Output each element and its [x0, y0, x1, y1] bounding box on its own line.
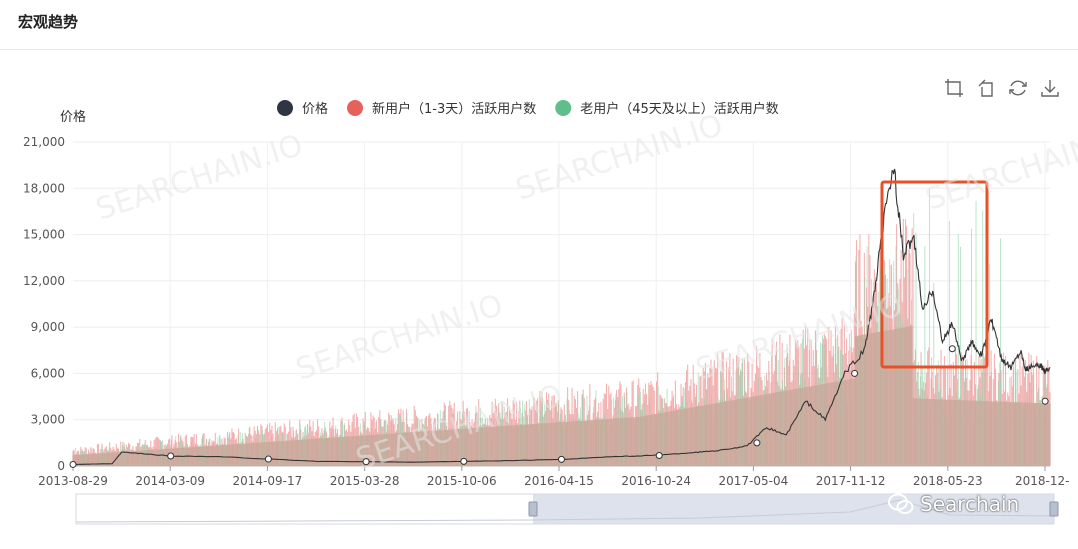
- brand-watermark-text: Searchain: [920, 492, 1020, 516]
- watermark-text: SEARCHAIN.IO: [292, 288, 507, 388]
- price-marker: [948, 345, 956, 353]
- legend-marker[interactable]: [277, 100, 293, 116]
- watermark-text: SEARCHAIN.IO: [922, 118, 1078, 218]
- watermark-text: SEARCHAIN.IO: [512, 108, 727, 208]
- zoom-slider-handle-right[interactable]: [1049, 501, 1059, 517]
- price-marker: [655, 452, 663, 460]
- watermark-text: SEARCHAIN.IO: [92, 128, 307, 228]
- x-tick-label: 2014-03-09: [135, 474, 205, 488]
- legend-label[interactable]: 老用户（45天及以上）活跃用户数: [580, 101, 779, 117]
- legend-marker[interactable]: [347, 100, 364, 116]
- y-tick-label: 15,000: [23, 228, 65, 242]
- y-axis-label: 价格: [60, 109, 86, 125]
- x-tick-label: 2018-05-23: [913, 474, 983, 488]
- y-tick-label: 6,000: [31, 366, 65, 380]
- price-marker: [460, 457, 468, 465]
- x-tick-label: 2017-05-04: [719, 474, 789, 488]
- price-marker: [1041, 397, 1049, 405]
- chart-canvas: 0 3,000 6,000 9,000 12,000 15,000 18,000 21,000…: [23, 100, 1078, 525]
- y-tick-label: 21,000: [23, 135, 65, 149]
- price-marker: [851, 369, 859, 377]
- x-tick-label: 2013-08-29: [38, 474, 108, 488]
- price-marker: [558, 455, 565, 463]
- brand-watermark: Searchain: [888, 492, 1019, 516]
- legend-label[interactable]: 新用户（1-3天）活跃用户数: [372, 101, 536, 117]
- x-tick-label: 2016-04-15: [524, 474, 594, 488]
- price-marker: [167, 452, 175, 460]
- x-tick-label: 2015-10-06: [427, 474, 497, 488]
- legend-label[interactable]: 价格: [302, 101, 328, 117]
- price-marker: [69, 460, 77, 468]
- y-tick-label: 18,000: [23, 181, 65, 195]
- y-tick-label: 12,000: [23, 274, 65, 288]
- chat-bubbles-icon: [888, 493, 914, 514]
- legend-marker[interactable]: [555, 100, 572, 116]
- x-tick-label: 2018-12-: [1015, 474, 1069, 488]
- x-tick-label: 2016-10-24: [621, 474, 691, 488]
- y-tick-label: 9,000: [31, 320, 65, 334]
- price-marker: [264, 455, 272, 463]
- price-marker: [753, 439, 761, 447]
- x-tick-label: 2014-09-17: [233, 474, 303, 488]
- x-tick-label: 2017-11-12: [816, 474, 886, 488]
- zoom-slider-handle-left[interactable]: [528, 501, 538, 517]
- y-tick-label: 0: [57, 459, 65, 473]
- y-tick-label: 3,000: [31, 413, 65, 427]
